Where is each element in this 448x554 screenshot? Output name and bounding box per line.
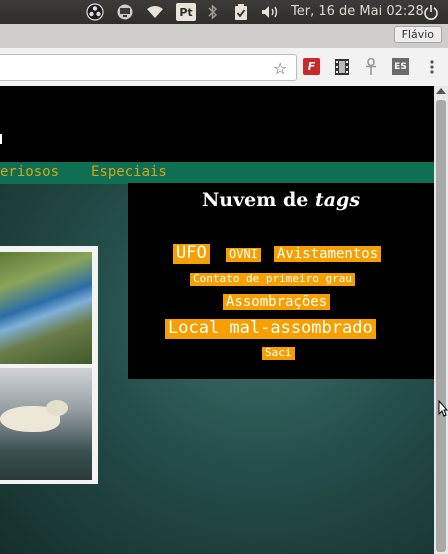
obs-studio-icon[interactable]	[86, 3, 104, 21]
tag-cloud-widget: Nuvem de tags UFO OVNI Avistamentos Cont…	[128, 183, 434, 379]
film-strip-icon[interactable]	[333, 58, 350, 75]
scrollbar-thumb[interactable]	[436, 100, 446, 552]
header-logo-fragment	[0, 134, 2, 144]
system-top-panel: Pt Ter, 16 de Mai 02:28	[0, 0, 448, 24]
page-scrollbar[interactable]	[434, 86, 448, 554]
tag-cloud-title-emph: tags	[314, 189, 361, 211]
monitor-icon[interactable]	[116, 3, 134, 21]
site-nav-bar: eriosos Especiais	[0, 162, 434, 184]
tag-cloud-title-prefix: Nuvem de	[201, 189, 309, 211]
tag-cloud-title: Nuvem de tags	[128, 189, 434, 211]
tag-avistamentos[interactable]: Avistamentos	[274, 246, 382, 263]
profile-button[interactable]: Flávio	[393, 26, 442, 43]
power-icon[interactable]	[423, 3, 439, 21]
es-icon[interactable]: ES	[392, 58, 409, 75]
tag-ovni[interactable]: OVNI	[226, 247, 261, 262]
page-viewport: eriosos Especiais Nuvem de tags UFO OVNI…	[0, 86, 434, 554]
browser-tab-bar: Flávio	[0, 24, 448, 48]
clipboard-check-icon[interactable]	[233, 3, 249, 21]
ankh-icon[interactable]	[362, 58, 379, 75]
aquarium-aerial-photo[interactable]	[0, 252, 92, 364]
bookmark-star-icon[interactable]: ☆	[273, 59, 287, 78]
tag-saci[interactable]: Saci	[262, 346, 295, 360]
browser-toolbar: ☆ F ES	[0, 48, 448, 87]
tag-ufo[interactable]: UFO	[173, 243, 210, 264]
tag-contato-primeiro-grau[interactable]: Contato de primeiro grau	[190, 272, 355, 286]
scroll-up-arrow-icon[interactable]	[436, 88, 446, 94]
site-header	[0, 86, 434, 162]
volume-icon[interactable]	[261, 3, 281, 21]
pt-keyboard-icon[interactable]: Pt	[176, 3, 196, 21]
bluetooth-icon[interactable]	[206, 3, 220, 21]
system-clock[interactable]: Ter, 16 de Mai 02:28	[291, 4, 424, 19]
menu-icon[interactable]	[423, 58, 440, 75]
nav-item-especiais[interactable]: Especiais	[91, 164, 167, 180]
polar-bear-head-shape	[46, 400, 68, 416]
ext-red-f-icon[interactable]: F	[303, 58, 320, 75]
nav-item-misteriosos[interactable]: eriosos	[0, 164, 59, 180]
photo-frame	[0, 246, 98, 484]
tag-local-mal-assombrado[interactable]: Local mal-assombrado	[165, 318, 376, 339]
mouse-pointer-icon	[438, 399, 448, 422]
address-bar[interactable]: ☆	[0, 54, 297, 81]
tag-assombracoes[interactable]: Assombrações	[223, 294, 331, 311]
wifi-icon[interactable]	[146, 3, 164, 21]
